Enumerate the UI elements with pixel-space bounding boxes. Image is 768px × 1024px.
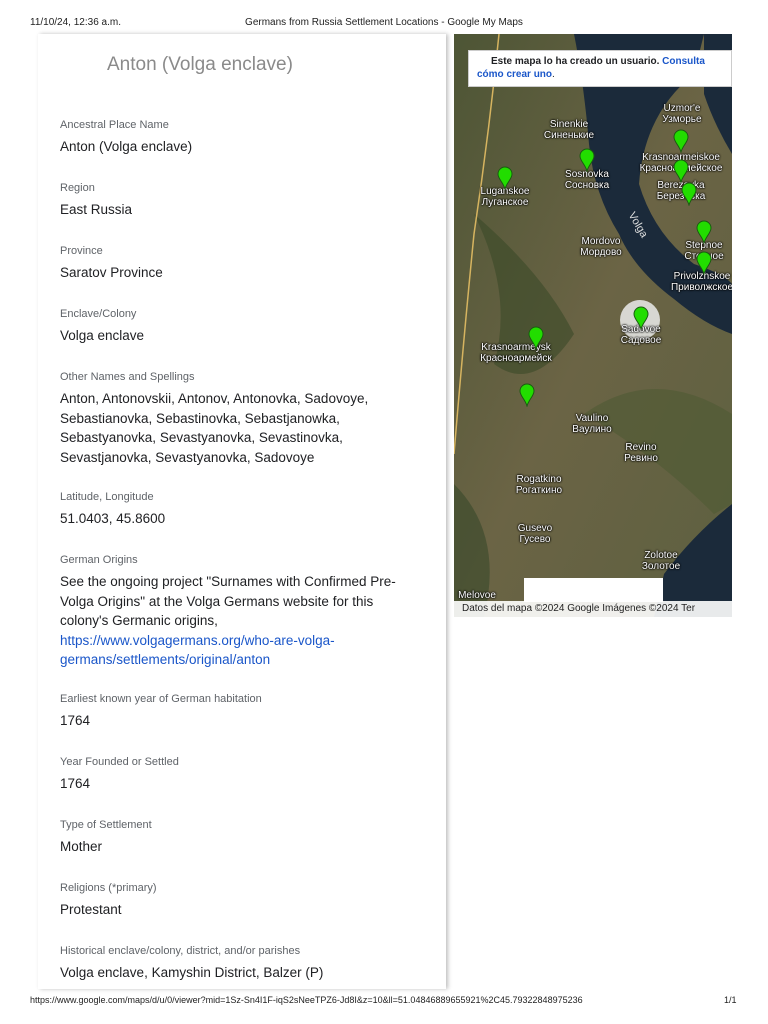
field-value: Anton (Volga enclave) (60, 139, 193, 154)
field-province: Province Saratov Province (60, 244, 420, 283)
field-value: Anton, Antonovskii, Antonov, Antonovka, … (60, 391, 369, 465)
place-label: Gusevo Гусево (517, 523, 553, 545)
map-attribution: Datos del mapa ©2024 Google Imágenes ©20… (454, 601, 732, 617)
place-label: Sosnovka Сосновка (564, 169, 610, 191)
field-value: 1764 (60, 776, 91, 791)
field-label: Other Names and Spellings (60, 371, 195, 383)
field-label: Province (60, 245, 103, 257)
field-label: Type of Settlement (60, 819, 152, 831)
field-enclave-colony: Enclave/Colony Volga enclave (60, 307, 420, 346)
field-label: Enclave/Colony (60, 308, 137, 320)
print-page-title: Germans from Russia Settlement Locations… (245, 17, 523, 28)
field-value: 1764 (60, 713, 91, 728)
place-label: Zolotoe Золотое (641, 550, 681, 572)
field-value: East Russia (60, 202, 133, 217)
place-label: Vaulino Ваулино (572, 413, 612, 435)
field-earliest-year: Earliest known year of German habitation… (60, 692, 420, 731)
field-religions: Religions (*primary) Protestant (60, 881, 420, 920)
field-other-names: Other Names and Spellings Anton, Antonovs… (60, 370, 420, 467)
field-year-founded: Year Founded or Settled 1764 (60, 755, 420, 794)
field-value: 51.0403, 45.8600 (60, 511, 166, 526)
map-pin-marker[interactable] (579, 148, 595, 173)
place-label: Sinenkie Синенькие (543, 119, 595, 141)
field-value: Saratov Province (60, 265, 163, 280)
field-label: Religions (*primary) (60, 882, 157, 894)
field-label: Latitude, Longitude (60, 491, 154, 503)
place-label: Mordovo Мордово (580, 236, 622, 258)
field-label: Historical enclave/colony, district, and… (60, 945, 301, 957)
place-label: Melovoe (458, 590, 496, 601)
map-pin-marker[interactable] (681, 182, 697, 207)
field-label: Region (60, 182, 95, 194)
notice-end: . (552, 69, 555, 80)
field-ancestral-place-name: Ancestral Place Name Anton (Volga enclave… (60, 118, 420, 157)
place-label: Privolzhskoe Приволжское (670, 271, 732, 293)
place-title: Anton (Volga enclave) (107, 54, 293, 75)
field-value: See the ongoing project "Surnames with C… (60, 574, 396, 628)
place-label: Rogatkino Рогаткино (515, 474, 563, 496)
field-historical-enclave: Historical enclave/colony, district, and… (60, 944, 420, 983)
map-pin-marker[interactable] (673, 129, 689, 154)
blank-overlay (524, 578, 663, 602)
map-view[interactable]: Este mapa lo ha creado un usuario. Consu… (454, 34, 732, 617)
field-label: German Origins (60, 554, 138, 566)
map-pin-marker[interactable] (696, 220, 712, 245)
map-pin-marker[interactable] (519, 383, 535, 408)
field-value: Protestant (60, 902, 122, 917)
map-pin-marker[interactable] (673, 159, 689, 184)
field-region: Region East Russia (60, 181, 420, 220)
place-label: Luganskoe Луганское (480, 186, 530, 208)
field-value: Volga enclave, Kamyshin District, Balzer… (60, 965, 324, 980)
notice-text: Este mapa lo ha creado un usuario. (491, 56, 660, 67)
map-pin-marker[interactable] (528, 326, 544, 351)
print-url: https://www.google.com/maps/d/u/0/viewer… (30, 995, 583, 1005)
field-value: Volga enclave (60, 328, 145, 343)
user-created-map-notice: Este mapa lo ha creado un usuario. Consu… (468, 50, 732, 87)
volgagermans-link[interactable]: https://www.volgagermans.org/who-are-vol… (60, 633, 335, 668)
field-label: Ancestral Place Name (60, 119, 169, 131)
field-value: Mother (60, 839, 103, 854)
map-pin-marker[interactable] (633, 306, 649, 331)
field-lat-long: Latitude, Longitude 51.0403, 45.8600 (60, 490, 420, 529)
map-pin-marker[interactable] (497, 166, 513, 191)
map-pin-marker[interactable] (696, 251, 712, 276)
place-label: Revino Ревино (624, 442, 658, 464)
place-label: Uzmor'e Узморье (662, 103, 702, 125)
field-settlement-type: Type of Settlement Mother (60, 818, 420, 857)
field-german-origins: German Origins See the ongoing project "S… (60, 553, 405, 670)
print-page-count: 1/1 (724, 995, 737, 1005)
field-label: Earliest known year of German habitation (60, 693, 262, 705)
field-label: Year Founded or Settled (60, 756, 179, 768)
